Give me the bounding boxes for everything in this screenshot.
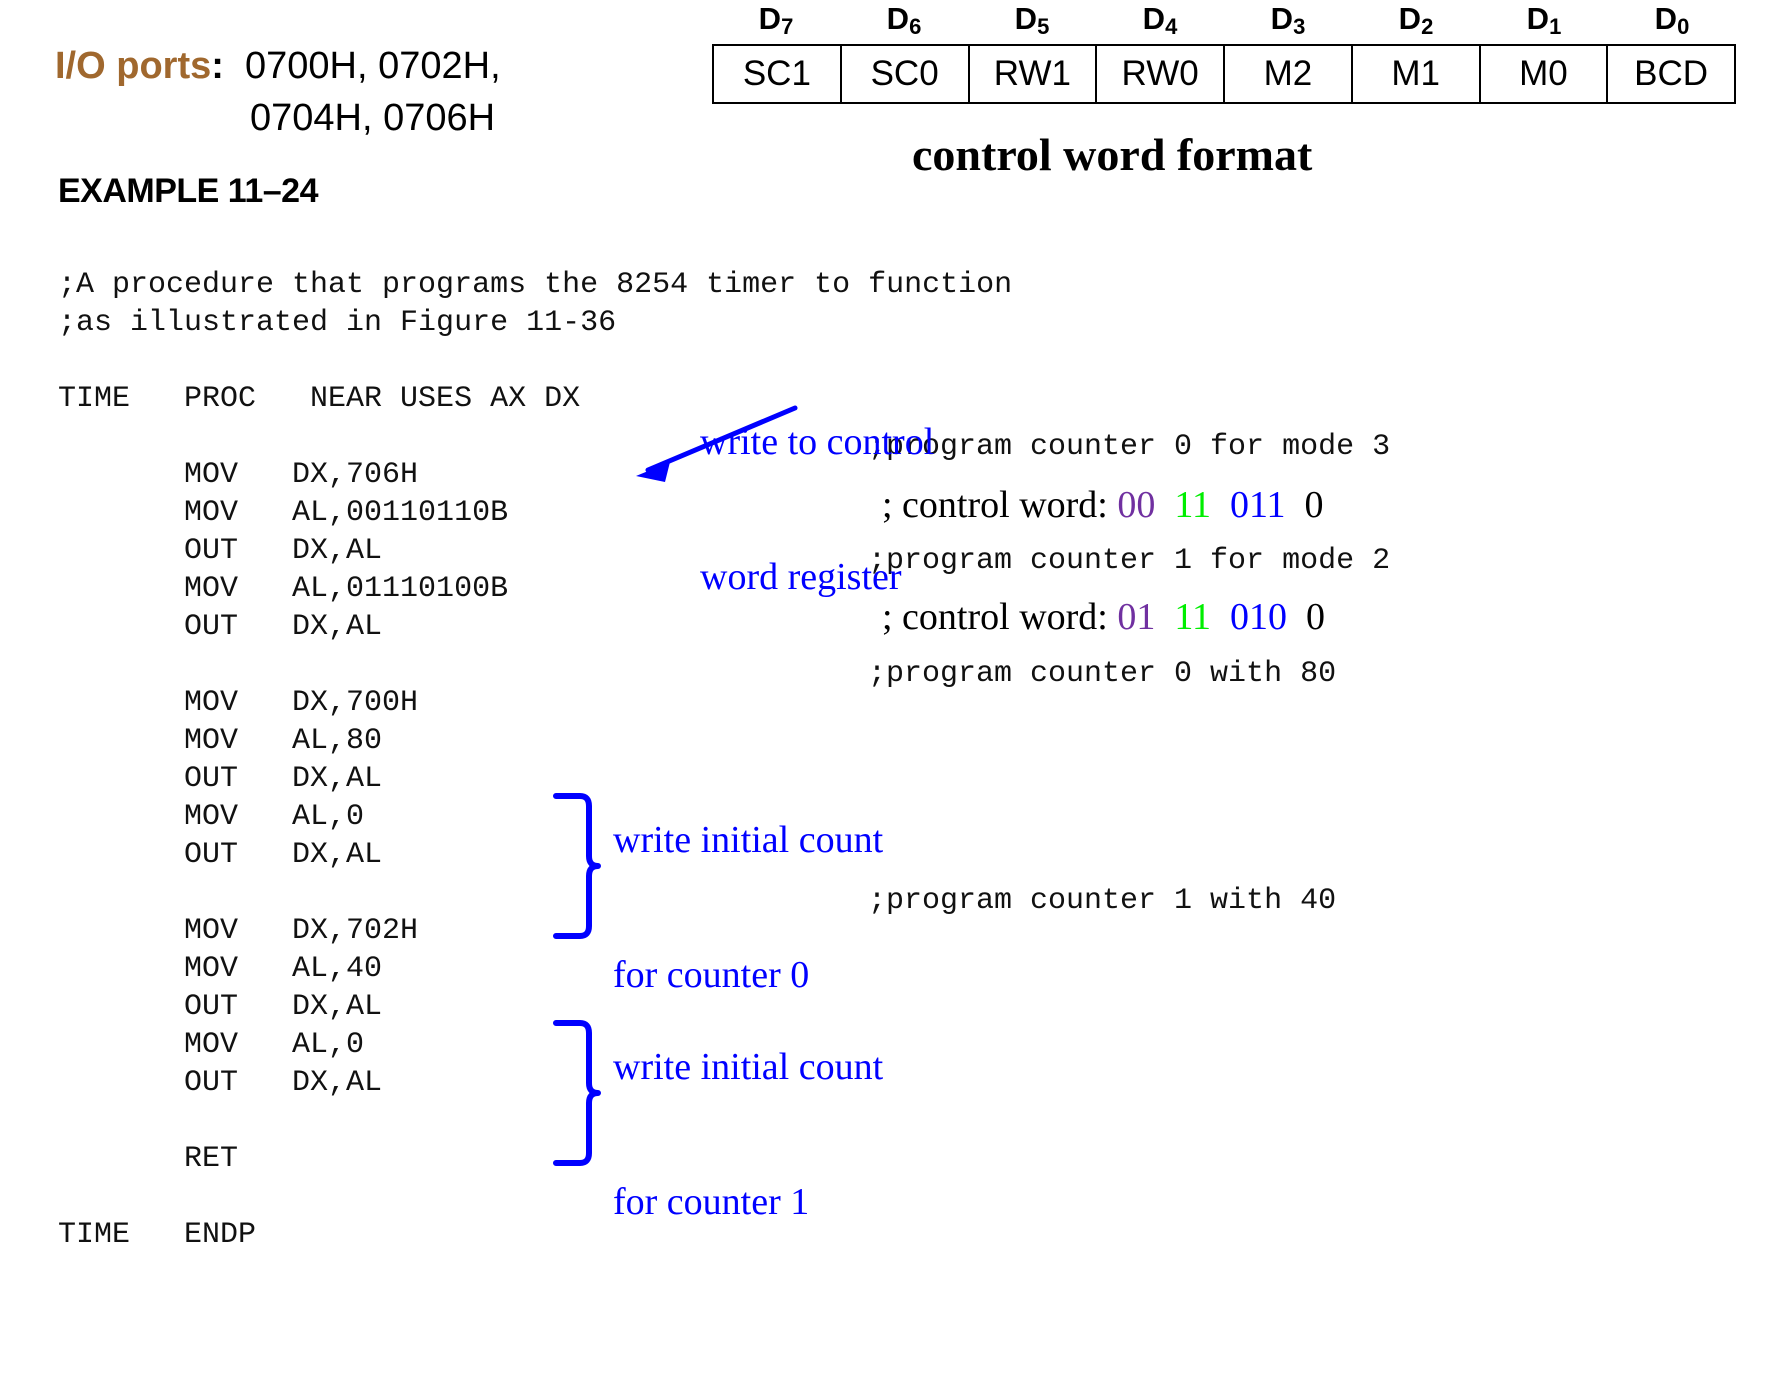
cell-m2: M2 [1225, 46, 1353, 102]
annotation-counter0-count-line1: write initial count [613, 819, 884, 861]
cell-sc1: SC1 [714, 46, 842, 102]
control-word-format-title: control word format [912, 129, 1313, 180]
annotation-counter1-count-line1: write initial count [613, 1046, 884, 1088]
bit-label-d2: D2 [1398, 1, 1434, 40]
control-word-bcd-bit-2: 0 [1305, 596, 1325, 638]
annotation-counter1-count: write initial count for counter 1 [613, 955, 883, 1315]
control-word-cells-row: SC1 SC0 RW1 RW0 M2 M1 M0 BCD [712, 44, 1736, 104]
example-heading: EXAMPLE 11–24 [58, 172, 318, 210]
bit-sub-6: 6 [909, 14, 922, 39]
cell-m0: M0 [1481, 46, 1609, 102]
slide-page: I/O ports: 0700H, 0702H, 0704H, 0706H D7… [0, 0, 1773, 1400]
comment-counter1-mode2: ;program counter 1 for mode 2 [868, 544, 1391, 578]
bit-label-d4: D4 [1142, 1, 1178, 40]
io-ports-value-line-2: 0704H, 0706H [250, 97, 496, 139]
annotation-write-control-word-line2: word register [700, 556, 902, 598]
bit-label-d7: D7 [758, 1, 794, 40]
io-ports-label: I/O ports [55, 45, 212, 87]
io-ports-value-line-1: 0700H, 0702H, [245, 45, 501, 87]
comment-counter0-mode3: ;program counter 0 for mode 3 [868, 430, 1391, 464]
bit-sub-0: 0 [1677, 14, 1690, 39]
annotation-write-control-word: write to control word register [700, 330, 934, 690]
cell-m1: M1 [1353, 46, 1481, 102]
control-word-mode-bits-1: 011 [1229, 484, 1286, 526]
cell-sc0: SC0 [842, 46, 970, 102]
io-ports-block: I/O ports: 0700H, 0702H, 0704H, 0706H [55, 40, 501, 144]
control-word-line-counter1: ; control word: 01 11 010 0 [882, 596, 1325, 638]
control-word-sc-bits-2: 01 [1117, 596, 1156, 638]
control-word-rw-bits-1: 11 [1174, 484, 1211, 526]
bit-sub-1: 1 [1549, 14, 1562, 39]
bit-label-d3: D3 [1270, 1, 1306, 40]
cell-bcd: BCD [1608, 46, 1736, 102]
control-word-rw-bits-2: 11 [1174, 596, 1211, 638]
control-word-mode-bits-2: 010 [1229, 596, 1287, 638]
bit-sub-7: 7 [781, 14, 794, 39]
bit-label-d5: D5 [1014, 1, 1050, 40]
bit-label-d6: D6 [886, 1, 922, 40]
control-word-line-counter0: ; control word: 00 11 011 0 [882, 484, 1324, 526]
control-word-bit-labels: D7 D6 D5 D4 D3 D2 D1 D0 [712, 2, 1736, 44]
control-word-bcd-bit-1: 0 [1304, 484, 1324, 526]
annotation-counter1-count-line2: for counter 1 [613, 1181, 810, 1223]
io-ports-colon: : [211, 45, 224, 87]
bit-sub-5: 5 [1037, 14, 1050, 39]
control-word-sc-bits-1: 00 [1117, 484, 1156, 526]
bit-sub-4: 4 [1165, 14, 1178, 39]
comment-counter1-with40: ;program counter 1 with 40 [868, 884, 1337, 918]
control-word-table: D7 D6 D5 D4 D3 D2 D1 D0 SC1 SC0 RW1 RW0 … [712, 2, 1736, 104]
annotation-write-control-word-line1: write to control [700, 421, 935, 463]
bit-sub-2: 2 [1421, 14, 1434, 39]
cell-rw1: RW1 [970, 46, 1098, 102]
cell-rw0: RW0 [1097, 46, 1225, 102]
bit-sub-3: 3 [1293, 14, 1306, 39]
bit-label-d0: D0 [1654, 1, 1690, 40]
comment-counter0-with80: ;program counter 0 with 80 [868, 657, 1337, 691]
bit-label-d1: D1 [1526, 1, 1562, 40]
